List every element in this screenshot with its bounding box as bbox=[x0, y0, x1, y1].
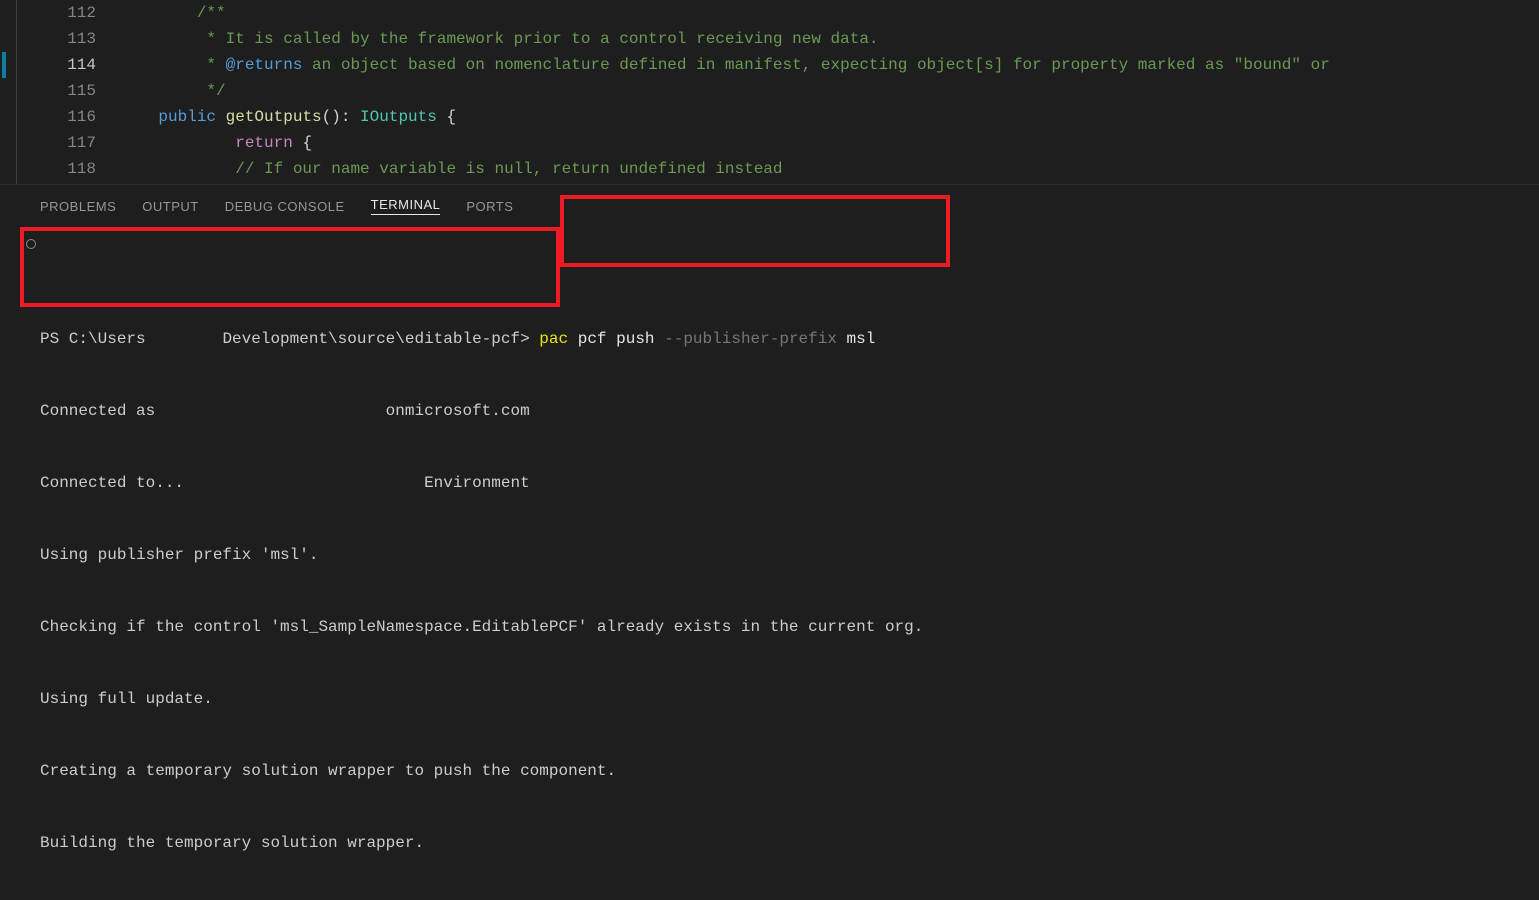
code-content: // If our name variable is null, return … bbox=[120, 156, 783, 182]
terminal[interactable]: PS C:\Users Development\source\editable-… bbox=[0, 225, 1539, 900]
terminal-line: Building the temporary solution wrapper. bbox=[40, 831, 1539, 855]
code-line[interactable]: 117 return { bbox=[0, 130, 1539, 156]
code-line[interactable]: 114 * @returns an object based on nomenc… bbox=[0, 52, 1539, 78]
tab-output[interactable]: OUTPUT bbox=[142, 199, 198, 214]
line-number: 114 bbox=[0, 52, 120, 78]
terminal-line: Creating a temporary solution wrapper to… bbox=[40, 759, 1539, 783]
line-number: 118 bbox=[0, 156, 120, 182]
code-content: */ bbox=[120, 78, 226, 104]
terminal-line: Connected to... Environment bbox=[40, 471, 1539, 495]
code-line[interactable]: 115 */ bbox=[0, 78, 1539, 104]
code-content: return { bbox=[120, 130, 312, 156]
code-line[interactable]: 112 /** bbox=[0, 0, 1539, 26]
annotation-box bbox=[20, 227, 560, 307]
code-line[interactable]: 113 * It is called by the framework prio… bbox=[0, 26, 1539, 52]
terminal-line: Connected as onmicrosoft.com bbox=[40, 399, 1539, 423]
terminal-margin-circle-icon bbox=[26, 239, 36, 249]
modification-bar bbox=[2, 52, 6, 78]
line-number: 112 bbox=[0, 0, 120, 26]
terminal-line: Checking if the control 'msl_SampleNames… bbox=[40, 615, 1539, 639]
terminal-line: PS C:\Users Development\source\editable-… bbox=[40, 327, 1539, 351]
tab-ports[interactable]: PORTS bbox=[466, 199, 513, 214]
code-content: * It is called by the framework prior to… bbox=[120, 26, 879, 52]
code-content: public getOutputs(): IOutputs { bbox=[120, 104, 456, 130]
code-line[interactable]: 116 public getOutputs(): IOutputs { bbox=[0, 104, 1539, 130]
editor-ruler bbox=[0, 0, 17, 184]
panel-tabs: PROBLEMS OUTPUT DEBUG CONSOLE TERMINAL P… bbox=[0, 184, 1539, 225]
tab-problems[interactable]: PROBLEMS bbox=[40, 199, 116, 214]
line-number: 115 bbox=[0, 78, 120, 104]
code-editor[interactable]: 112 /** 113 * It is called by the framew… bbox=[0, 0, 1539, 184]
line-number: 113 bbox=[0, 26, 120, 52]
tab-debug[interactable]: DEBUG CONSOLE bbox=[225, 199, 345, 214]
code-line[interactable]: 118 // If our name variable is null, ret… bbox=[0, 156, 1539, 182]
line-number: 116 bbox=[0, 104, 120, 130]
tab-terminal[interactable]: TERMINAL bbox=[371, 197, 441, 215]
terminal-line: Using full update. bbox=[40, 687, 1539, 711]
terminal-line: Using publisher prefix 'msl'. bbox=[40, 543, 1539, 567]
code-content: * @returns an object based on nomenclatu… bbox=[120, 52, 1339, 78]
code-content: /** bbox=[120, 0, 226, 26]
line-number: 117 bbox=[0, 130, 120, 156]
